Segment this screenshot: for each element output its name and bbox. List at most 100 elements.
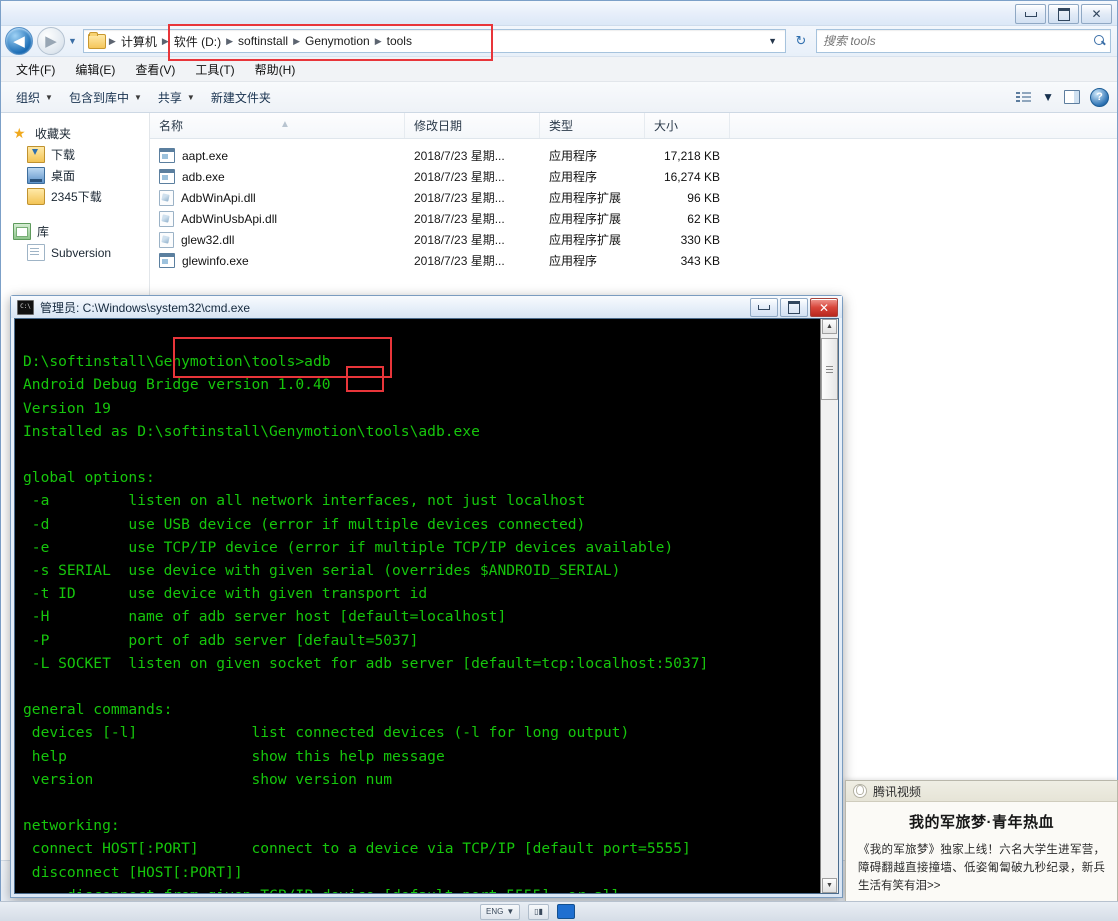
table-row[interactable]: AdbWinApi.dll 2018/7/23 星期... 应用程序扩展 96 …	[150, 187, 1117, 208]
column-header-name[interactable]: 名称	[150, 113, 405, 138]
desktop-background: ✕ ◀ ▶ ▼ ▶ 计算机 ▶ 软件 (D:) ▶ softinstall ▶ …	[0, 0, 1118, 921]
file-size-cell: 17,218 KB	[663, 148, 720, 163]
menu-view[interactable]: 查看(V)	[126, 58, 184, 81]
sidebar-item-label: 下载	[51, 148, 76, 162]
explorer-menubar: 文件(F) 编辑(E) 查看(V) 工具(T) 帮助(H)	[1, 57, 1117, 82]
menu-tools[interactable]: 工具(T)	[186, 58, 243, 81]
tencent-headline[interactable]: 我的军旅梦·青年热血	[858, 811, 1105, 832]
file-name-cell[interactable]: adb.exe	[150, 169, 405, 184]
breadcrumb-item-softinstall[interactable]: softinstall	[234, 33, 292, 49]
tray-ime-indicator[interactable]: ▯▮	[528, 903, 550, 920]
document-icon	[27, 244, 45, 261]
sidebar-item-2345download[interactable]: 2345下载	[1, 186, 149, 207]
table-row[interactable]: AdbWinUsbApi.dll 2018/7/23 星期... 应用程序扩展 …	[150, 208, 1117, 229]
breadcrumb-item-tools[interactable]: tools	[383, 33, 416, 49]
download-folder-icon	[27, 146, 45, 163]
explorer-commandbar: 组织 ▼ 包含到库中 ▼ 共享 ▼ 新建文件夹 ▼ ?	[1, 82, 1117, 113]
column-header-date[interactable]: 修改日期	[405, 113, 540, 138]
explorer-titlebar: ✕	[1, 1, 1117, 26]
search-input[interactable]	[821, 33, 1094, 49]
minimize-button[interactable]	[1015, 4, 1046, 24]
file-name-cell[interactable]: aapt.exe	[150, 148, 405, 163]
tencent-app-name: 腾讯视频	[873, 784, 922, 799]
include-in-library-label: 包含到库中	[68, 90, 129, 105]
folder-icon	[27, 188, 45, 205]
close-button[interactable]: ✕	[1081, 4, 1112, 24]
explorer-window-controls: ✕	[1015, 4, 1112, 24]
breadcrumb-separator: ▶	[108, 35, 116, 46]
address-dropdown-icon[interactable]: ▼	[762, 36, 783, 46]
maximize-button[interactable]	[1048, 4, 1079, 24]
column-header-type[interactable]: 类型	[540, 113, 645, 138]
file-date-cell: 2018/7/23 星期...	[414, 212, 505, 226]
tencent-description[interactable]: 《我的军旅梦》独家上线！六名大学生进军营，障碍翻越直接撞墙、低姿匍匐破九秒纪录，…	[858, 841, 1105, 895]
tencent-video-popup[interactable]: 腾讯视频 我的军旅梦·青年热血 《我的军旅梦》独家上线！六名大学生进军营，障碍翻…	[845, 780, 1118, 921]
table-row[interactable]: glewinfo.exe 2018/7/23 星期... 应用程序 343 KB	[150, 250, 1117, 271]
file-size-cell: 330 KB	[680, 232, 720, 247]
view-mode-chevron-icon[interactable]: ▼	[1042, 90, 1054, 104]
new-folder-label: 新建文件夹	[210, 90, 271, 105]
sidebar-item-favorites[interactable]: ★ 收藏夹	[1, 123, 149, 144]
menu-edit[interactable]: 编辑(E)	[66, 58, 124, 81]
desktop-icon	[27, 167, 45, 184]
table-row[interactable]: adb.exe 2018/7/23 星期... 应用程序 16,274 KB	[150, 166, 1117, 187]
search-icon	[1094, 35, 1106, 47]
sidebar-item-label: Subversion	[51, 245, 112, 260]
file-list-header: 名称 修改日期 类型 大小	[150, 113, 1117, 139]
file-name-cell[interactable]: glewinfo.exe	[150, 253, 405, 268]
forward-arrow-icon: ▶	[45, 33, 57, 50]
sidebar-item-subversion[interactable]: Subversion	[1, 242, 149, 263]
help-icon[interactable]: ?	[1090, 87, 1109, 107]
tray-app-icon[interactable]	[557, 904, 576, 919]
sidebar-item-downloads[interactable]: 下载	[1, 144, 149, 165]
file-type-cell: 应用程序	[549, 170, 598, 184]
breadcrumb-item-drive-d[interactable]: 软件 (D:)	[170, 32, 225, 51]
menu-file[interactable]: 文件(F)	[7, 58, 64, 81]
view-mode-icon[interactable]	[1016, 91, 1032, 104]
back-arrow-icon: ◀	[13, 33, 25, 50]
preview-pane-icon[interactable]	[1064, 90, 1080, 104]
table-row[interactable]: aapt.exe 2018/7/23 星期... 应用程序 17,218 KB	[150, 145, 1117, 166]
column-header-spacer	[730, 113, 1117, 138]
search-box[interactable]	[816, 29, 1111, 53]
file-type-cell: 应用程序扩展	[549, 233, 622, 247]
refresh-button[interactable]: ↻	[790, 30, 812, 52]
console-scroll-thumb[interactable]	[821, 338, 838, 400]
include-in-library-button[interactable]: 包含到库中 ▼	[62, 85, 149, 110]
console-scrollbar[interactable]: ▲ ▼	[820, 319, 838, 893]
forward-button[interactable]: ▶	[37, 27, 65, 55]
star-icon: ★	[13, 125, 26, 141]
share-button[interactable]: 共享 ▼	[151, 85, 202, 110]
scroll-down-arrow-icon[interactable]: ▼	[822, 878, 837, 893]
breadcrumb: ▶ 计算机 ▶ 软件 (D:) ▶ softinstall ▶ Genymoti…	[108, 32, 416, 51]
sidebar-item-desktop[interactable]: 桌面	[1, 165, 149, 186]
file-name-label: aapt.exe	[182, 148, 229, 163]
folder-icon	[87, 31, 106, 49]
menu-help[interactable]: 帮助(H)	[246, 58, 305, 81]
tray-language-indicator[interactable]: ENG ▼	[480, 903, 521, 920]
console-minimize-button[interactable]	[750, 298, 778, 317]
column-header-size[interactable]: 大小	[645, 113, 730, 138]
dll-icon	[159, 210, 174, 227]
organize-button[interactable]: 组织 ▼	[9, 85, 60, 110]
table-row[interactable]: glew32.dll 2018/7/23 星期... 应用程序扩展 330 KB	[150, 229, 1117, 250]
sidebar-item-libraries[interactable]: 库	[1, 221, 149, 242]
cmd-console-window[interactable]: C:\ 管理员: C:\Windows\system32\cmd.exe ✕ D…	[10, 295, 843, 898]
file-name-cell[interactable]: glew32.dll	[150, 231, 405, 248]
file-name-cell[interactable]: AdbWinApi.dll	[150, 189, 405, 206]
console-body[interactable]: D:\softinstall\Genymotion\tools>adb Andr…	[14, 318, 839, 894]
scroll-up-arrow-icon[interactable]: ▲	[822, 319, 837, 334]
console-scroll-track[interactable]	[821, 334, 838, 878]
new-folder-button[interactable]: 新建文件夹	[204, 85, 278, 110]
breadcrumb-item-genymotion[interactable]: Genymotion	[301, 33, 374, 49]
address-bar[interactable]: ▶ 计算机 ▶ 软件 (D:) ▶ softinstall ▶ Genymoti…	[82, 29, 786, 53]
back-button[interactable]: ◀	[5, 27, 33, 55]
breadcrumb-item-computer[interactable]: 计算机	[117, 32, 161, 51]
console-close-button[interactable]: ✕	[810, 298, 838, 317]
taskbar[interactable]: ENG ▼ ▯▮	[0, 901, 1118, 921]
console-maximize-button[interactable]	[780, 298, 808, 317]
file-name-label: glewinfo.exe	[182, 253, 249, 268]
history-dropdown-icon[interactable]: ▼	[68, 36, 77, 46]
file-name-cell[interactable]: AdbWinUsbApi.dll	[150, 210, 405, 227]
